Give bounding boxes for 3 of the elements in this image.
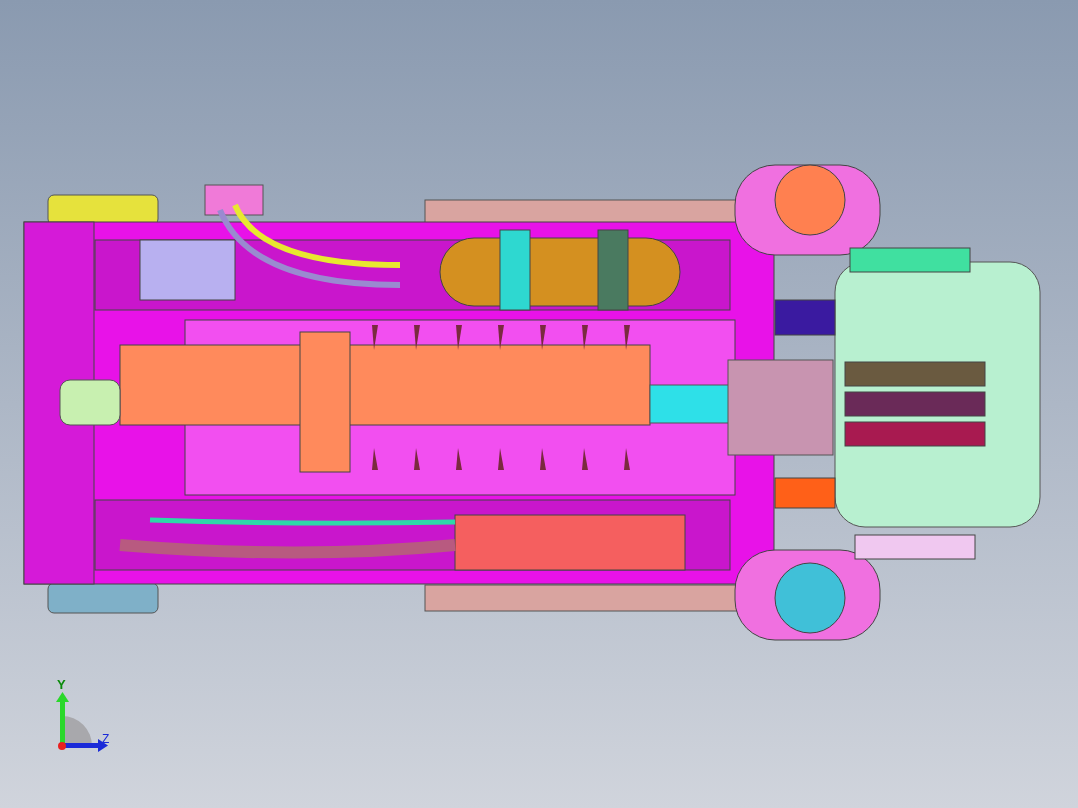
z-axis-label: Z	[102, 732, 110, 746]
y-axis-label: Y	[57, 677, 66, 692]
axis-triad-icon	[56, 692, 108, 752]
